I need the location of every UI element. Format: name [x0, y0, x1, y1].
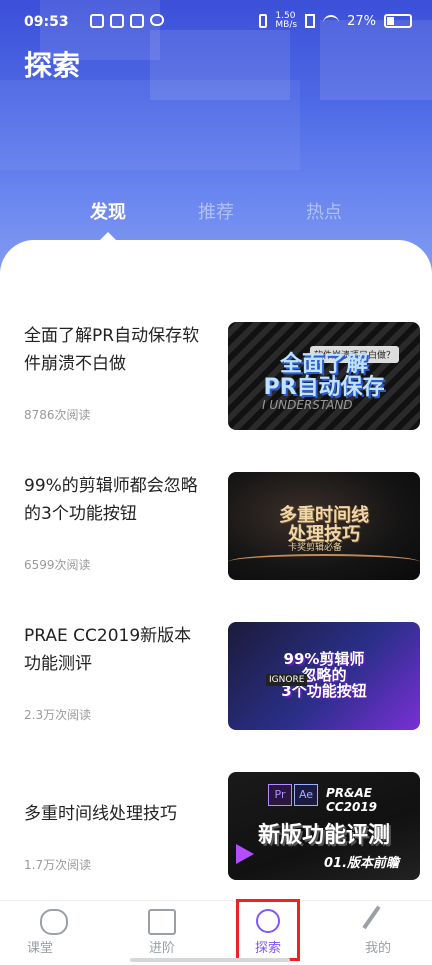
nav-label: 课堂: [26, 941, 53, 956]
thumb-badge: IGNORE: [266, 674, 308, 686]
wechat-icon: [150, 14, 164, 26]
category-tabs: 发现 推荐 热点: [0, 198, 432, 238]
list-item[interactable]: 99%的剪辑师都会忽略的3个功能按钮 6599次阅读 多重时间线 处理技巧 卡奖…: [0, 472, 432, 582]
read-count: 1.7万次阅读: [24, 858, 92, 872]
list-item[interactable]: 全面了解PR自动保存软件崩溃不白做 8786次阅读 软件崩溃项目白做？ 全面了解…: [0, 322, 432, 432]
read-count: 8786次阅读: [24, 408, 91, 422]
status-right: 1.50 MB/s 27%: [259, 12, 412, 30]
hero-decoration: [0, 80, 300, 170]
page-title: 探索: [24, 49, 81, 82]
wifi-icon: [323, 15, 340, 27]
thumb-overlay: 99%剪辑师 忽略的 3个功能按钮: [228, 622, 420, 730]
thumb-text: 全面了解 PR自动保存: [263, 351, 385, 400]
app-icon: [90, 14, 104, 28]
app-icon: [110, 14, 124, 28]
article-title: 99%的剪辑师都会忽略的3个功能按钮: [24, 476, 198, 524]
article-title: 多重时间线处理技巧: [24, 804, 177, 824]
article-title: PRAE CC2019新版本功能测评: [24, 626, 192, 674]
thumb-subtext: I UNDERSTAND: [262, 398, 353, 412]
nav-label: 进阶: [148, 941, 175, 956]
read-count: 6599次阅读: [24, 558, 91, 572]
article-thumbnail: 多重时间线 处理技巧 卡奖剪辑必备: [228, 472, 420, 580]
thumb-text: 新版功能评测: [257, 823, 390, 849]
thumb-overlay: 全面了解 PR自动保存: [228, 322, 420, 430]
nav-label: 我的: [364, 941, 391, 956]
battery-percent: 27%: [347, 13, 376, 29]
tab-recommend[interactable]: 推荐: [198, 198, 234, 224]
nav-advance[interactable]: 进阶: [108, 901, 216, 965]
article-thumbnail: Pr Ae PR&AE CC2019 新版功能评测 01.版本前瞻: [228, 772, 420, 880]
classroom-icon: [40, 909, 68, 935]
notification-icons: [90, 14, 164, 28]
read-count: 2.3万次阅读: [24, 708, 92, 722]
home-indicator[interactable]: [130, 958, 290, 962]
article-title: 全面了解PR自动保存软件崩溃不白做: [24, 326, 200, 374]
battery-icon: [384, 14, 412, 28]
selection-highlight: [236, 899, 300, 961]
net-speed: 1.50 MB/s: [275, 11, 298, 30]
tab-discover[interactable]: 发现: [90, 198, 126, 224]
article-list: 全面了解PR自动保存软件崩溃不白做 8786次阅读 软件崩溃项目白做？ 全面了解…: [0, 240, 432, 900]
mail-icon: [130, 14, 144, 28]
wrench-icon: [362, 905, 394, 939]
thumb-tag: 01.版本前瞻: [324, 856, 400, 871]
article-thumbnail: 99%剪辑师 忽略的 3个功能按钮 IGNORE: [228, 622, 420, 730]
bluetooth-icon: [259, 14, 268, 28]
thumb-badge: 卡奖剪辑必备: [288, 543, 343, 553]
active-tab-indicator: [100, 232, 116, 240]
bottom-nav: 课堂 进阶 探索 我的: [0, 900, 432, 965]
nav-mine[interactable]: 我的: [324, 901, 432, 965]
play-triangle-icon: [236, 844, 254, 864]
nav-classroom[interactable]: 课堂: [0, 901, 108, 965]
list-item[interactable]: 多重时间线处理技巧 1.7万次阅读 Pr Ae PR&AE CC2019 新版功…: [0, 772, 432, 882]
list-item[interactable]: PRAE CC2019新版本功能测评 2.3万次阅读 99%剪辑师 忽略的 3个…: [0, 622, 432, 732]
advance-icon: [148, 909, 176, 935]
thumb-wave: [228, 554, 420, 570]
article-thumbnail: 软件崩溃项目白做？ 全面了解 PR自动保存 I UNDERSTAND: [228, 322, 420, 430]
sim-icon: [305, 14, 316, 28]
status-time: 09:53: [24, 14, 69, 30]
status-bar: 09:53 1.50 MB/s 27%: [0, 0, 432, 44]
tab-hot[interactable]: 热点: [306, 198, 342, 224]
